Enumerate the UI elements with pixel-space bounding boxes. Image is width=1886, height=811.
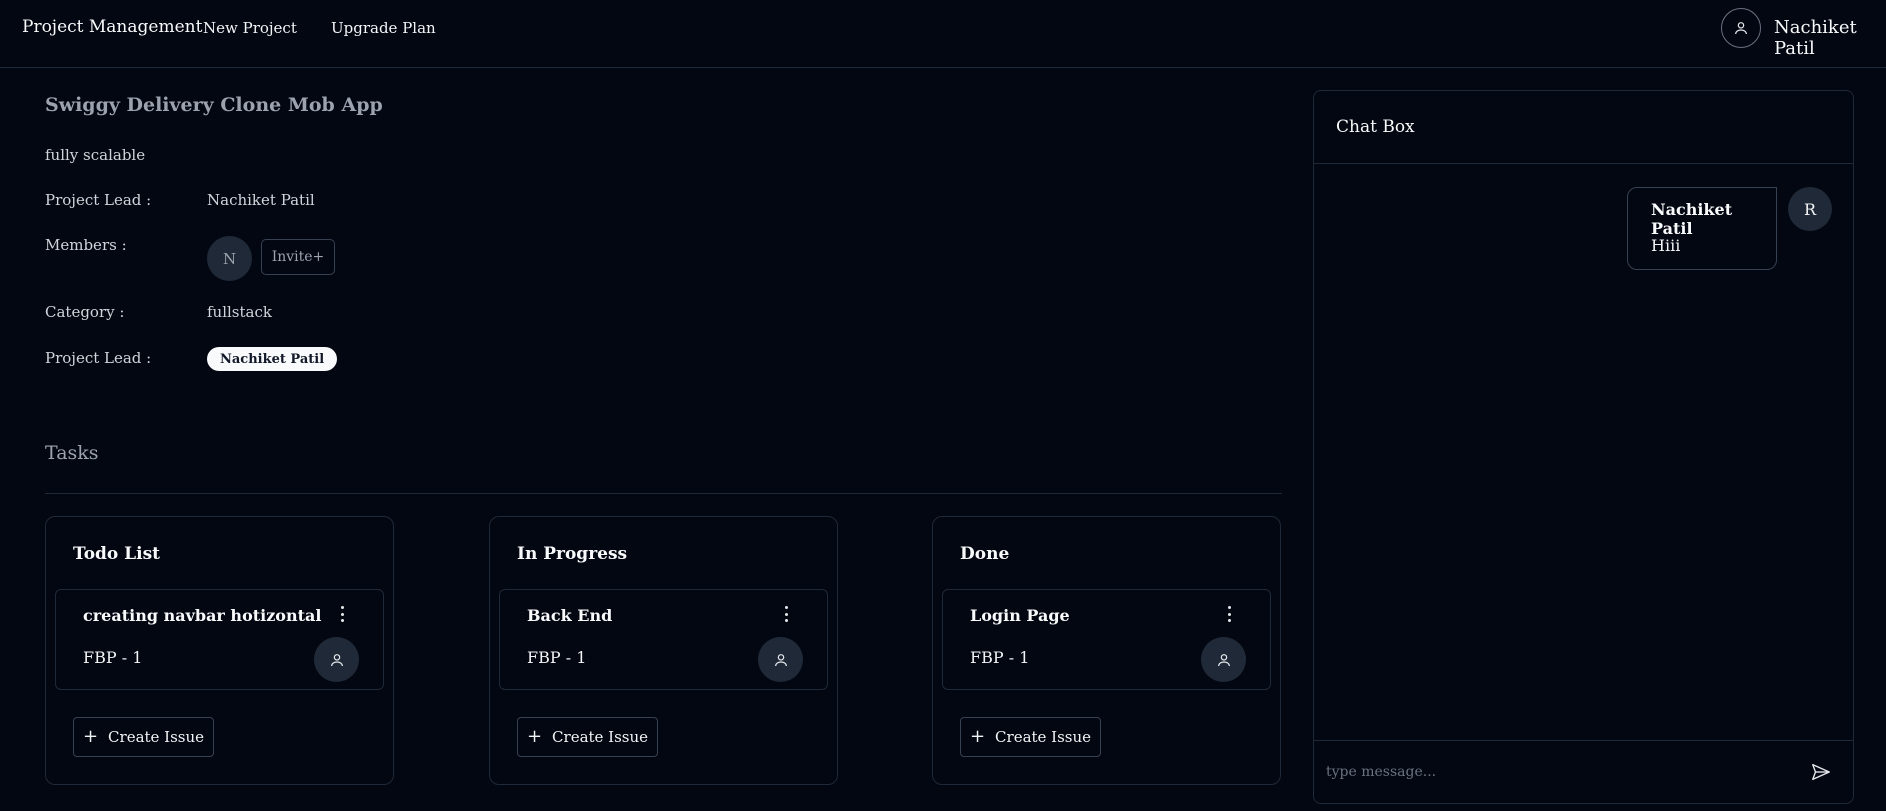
more-vertical-icon[interactable]	[1221, 604, 1237, 624]
issue-title: Back End	[527, 606, 613, 625]
project-title: Swiggy Delivery Clone Mob App	[45, 94, 383, 116]
column-title: In Progress	[517, 544, 628, 564]
new-project-link[interactable]: New Project	[203, 19, 297, 37]
user-icon	[774, 653, 787, 666]
upgrade-plan-link[interactable]: Upgrade Plan	[331, 19, 436, 37]
category-label: Category :	[45, 303, 125, 321]
message-sender: Nachiket Patil	[1651, 200, 1733, 238]
plus-icon: +	[82, 726, 99, 747]
create-issue-button[interactable]: + Create Issue	[517, 717, 658, 757]
project-lead-value: Nachiket Patil	[207, 191, 315, 209]
chat-header: Chat Box	[1314, 91, 1853, 164]
project-lead-label: Project Lead :	[45, 191, 152, 209]
category-value: fullstack	[207, 303, 272, 321]
member-avatar[interactable]: N	[207, 236, 252, 281]
members-label: Members :	[45, 236, 127, 254]
issue-assignee-avatar[interactable]	[314, 637, 359, 682]
chat-message: Nachiket Patil Hiii	[1627, 187, 1777, 270]
tasks-divider	[45, 493, 1282, 494]
user-name: Nachiket Patil	[1774, 17, 1857, 59]
create-issue-button[interactable]: + Create Issue	[73, 717, 214, 757]
chat-message-input[interactable]	[1326, 755, 1796, 789]
task-column-done: Done Login Page FBP - 1 + Create Issue	[932, 516, 1281, 785]
issue-assignee-avatar[interactable]	[758, 637, 803, 682]
tasks-heading: Tasks	[45, 442, 99, 464]
task-column-todo: Todo List creating navbar hotizontal FBP…	[45, 516, 394, 785]
issue-card[interactable]: Login Page FBP - 1	[942, 589, 1271, 690]
create-issue-button[interactable]: + Create Issue	[960, 717, 1101, 757]
column-title: Todo List	[73, 544, 161, 564]
chat-box: Chat Box Nachiket Patil Hiii R	[1313, 90, 1854, 804]
more-vertical-icon[interactable]	[778, 604, 794, 624]
issue-card[interactable]: Back End FBP - 1	[499, 589, 828, 690]
chat-title: Chat Box	[1336, 117, 1415, 137]
task-column-in-progress: In Progress Back End FBP - 1 + Create Is…	[489, 516, 838, 785]
issue-id: FBP - 1	[83, 648, 143, 667]
issue-title: Login Page	[970, 606, 1070, 625]
issue-id: FBP - 1	[970, 648, 1030, 667]
issue-card[interactable]: creating navbar hotizontal FBP - 1	[55, 589, 384, 690]
user-icon	[1217, 653, 1230, 666]
create-issue-label: Create Issue	[552, 728, 649, 746]
top-navbar: Project Management New Project Upgrade P…	[0, 0, 1886, 68]
column-title: Done	[960, 544, 1010, 564]
create-issue-label: Create Issue	[108, 728, 205, 746]
create-issue-label: Create Issue	[995, 728, 1092, 746]
issue-id: FBP - 1	[527, 648, 587, 667]
send-button[interactable]	[1810, 761, 1834, 785]
brand-title[interactable]: Project Management	[22, 17, 202, 37]
message-avatar: R	[1788, 187, 1832, 231]
invite-button[interactable]: Invite+	[261, 239, 335, 275]
plus-icon: +	[526, 726, 543, 747]
project-lead-label-2: Project Lead :	[45, 349, 152, 367]
send-icon	[1812, 763, 1830, 781]
more-vertical-icon[interactable]	[334, 604, 350, 624]
message-text: Hiii	[1651, 236, 1681, 255]
user-avatar[interactable]	[1721, 8, 1761, 48]
user-icon	[330, 653, 343, 666]
plus-icon: +	[969, 726, 986, 747]
chat-input-bar	[1314, 740, 1853, 803]
issue-title: creating navbar hotizontal	[83, 606, 322, 625]
project-lead-badge: Nachiket Patil	[207, 347, 338, 371]
issue-assignee-avatar[interactable]	[1201, 637, 1246, 682]
project-description: fully scalable	[45, 146, 146, 164]
user-icon	[1735, 22, 1747, 35]
project-details: Swiggy Delivery Clone Mob App fully scal…	[0, 68, 1300, 811]
